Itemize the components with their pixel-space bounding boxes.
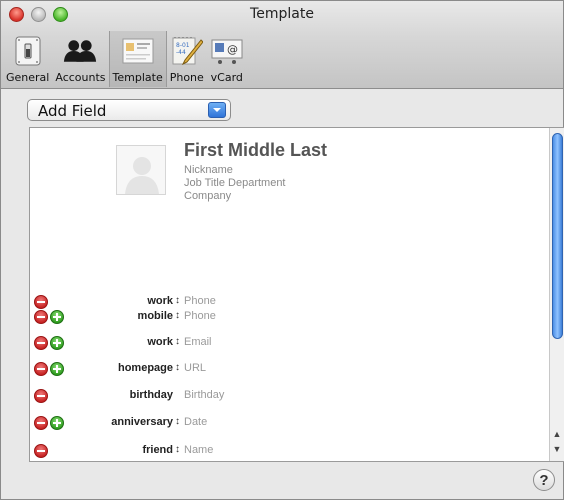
tab-template-label: Template — [112, 71, 163, 84]
svg-text:-44: -44 — [176, 49, 186, 56]
field-row: homepage ↕ URL — [30, 362, 530, 378]
field-value[interactable]: Date — [184, 416, 207, 428]
template-card: First Middle Last Nickname Job Title Dep… — [29, 127, 564, 462]
field-label[interactable]: friend — [142, 444, 173, 456]
field-value[interactable]: Name — [184, 444, 213, 456]
vertical-scrollbar[interactable]: ▲ ▼ — [549, 128, 564, 461]
field-row: birthday Birthday — [30, 389, 530, 405]
add-field-button[interactable] — [50, 416, 64, 430]
remove-field-button[interactable] — [34, 336, 48, 350]
remove-field-button[interactable] — [34, 389, 48, 403]
remove-field-button[interactable] — [34, 444, 48, 458]
remove-field-button[interactable] — [34, 310, 48, 324]
photo-placeholder[interactable] — [116, 145, 166, 195]
title-toolbar: Template General Accounts Template 8-01 … — [1, 1, 563, 89]
tab-vcard-label: vCard — [210, 71, 243, 84]
field-label[interactable]: homepage — [118, 362, 173, 374]
nickname-field[interactable]: Nickname — [184, 164, 233, 176]
field-label[interactable]: work — [147, 336, 173, 348]
field-row: work ↕ Phone — [30, 295, 530, 311]
up-down-arrows-icon[interactable]: ↕ — [175, 444, 180, 455]
field-label[interactable]: anniversary — [111, 416, 173, 428]
chevron-down-icon[interactable] — [208, 102, 226, 118]
preferences-window: Template General Accounts Template 8-01 … — [0, 0, 564, 500]
toolbar: General Accounts Template 8-01 -44 Phone… — [3, 31, 247, 87]
switch-icon — [11, 35, 45, 67]
tab-phone[interactable]: 8-01 -44 Phone — [167, 31, 207, 87]
scroll-up-arrow-icon[interactable]: ▲ — [551, 428, 563, 440]
remove-field-button[interactable] — [34, 362, 48, 376]
up-down-arrows-icon[interactable]: ↕ — [175, 336, 180, 347]
field-value[interactable]: Email — [184, 336, 212, 348]
remove-field-button[interactable] — [34, 295, 48, 309]
field-value[interactable]: Birthday — [184, 389, 224, 401]
tab-accounts-label: Accounts — [55, 71, 106, 84]
field-row: anniversary ↕ Date — [30, 416, 530, 432]
notepad-icon: 8-01 -44 — [170, 35, 204, 67]
field-value[interactable]: Phone — [184, 295, 216, 307]
field-label: birthday — [129, 389, 173, 401]
field-label[interactable]: work — [147, 295, 173, 307]
name-field[interactable]: First Middle Last — [184, 140, 327, 161]
company-field[interactable]: Company — [184, 190, 231, 202]
vcard-icon: @ — [210, 35, 244, 67]
scrollbar-thumb[interactable] — [552, 133, 563, 339]
tab-accounts[interactable]: Accounts — [52, 31, 108, 87]
svg-text:8-01: 8-01 — [176, 42, 190, 49]
card-icon — [121, 35, 155, 67]
up-down-arrows-icon[interactable]: ↕ — [175, 310, 180, 321]
field-label[interactable]: mobile — [138, 310, 173, 322]
field-row: friend ↕ Name — [30, 444, 530, 460]
field-row: work ↕ Email — [30, 336, 530, 352]
add-field-button[interactable] — [50, 362, 64, 376]
up-down-arrows-icon[interactable]: ↕ — [175, 295, 180, 306]
remove-field-button[interactable] — [34, 416, 48, 430]
add-field-button[interactable] — [50, 336, 64, 350]
tab-vcard[interactable]: @ vCard — [207, 31, 247, 87]
tab-general[interactable]: General — [3, 31, 52, 87]
job-title-field[interactable]: Job Title Department — [184, 177, 286, 189]
add-field-button[interactable] — [50, 310, 64, 324]
people-icon — [63, 35, 97, 67]
field-value[interactable]: URL — [184, 362, 206, 374]
field-row: mobile ↕ Phone — [30, 310, 530, 326]
add-field-dropdown[interactable]: Add Field — [27, 99, 231, 121]
tab-phone-label: Phone — [169, 71, 204, 84]
scroll-down-arrow-icon[interactable]: ▼ — [551, 443, 563, 455]
window-title: Template — [250, 6, 314, 22]
add-field-label: Add Field — [38, 102, 107, 120]
tab-template[interactable]: Template — [108, 31, 167, 87]
up-down-arrows-icon[interactable]: ↕ — [175, 362, 180, 373]
svg-text:@: @ — [227, 43, 238, 56]
tab-general-label: General — [6, 71, 50, 84]
up-down-arrows-icon[interactable]: ↕ — [175, 416, 180, 427]
help-button[interactable]: ? — [533, 469, 555, 491]
template-pane: Add Field First Middle Last Nickname Job… — [9, 97, 564, 495]
field-value[interactable]: Phone — [184, 310, 216, 322]
